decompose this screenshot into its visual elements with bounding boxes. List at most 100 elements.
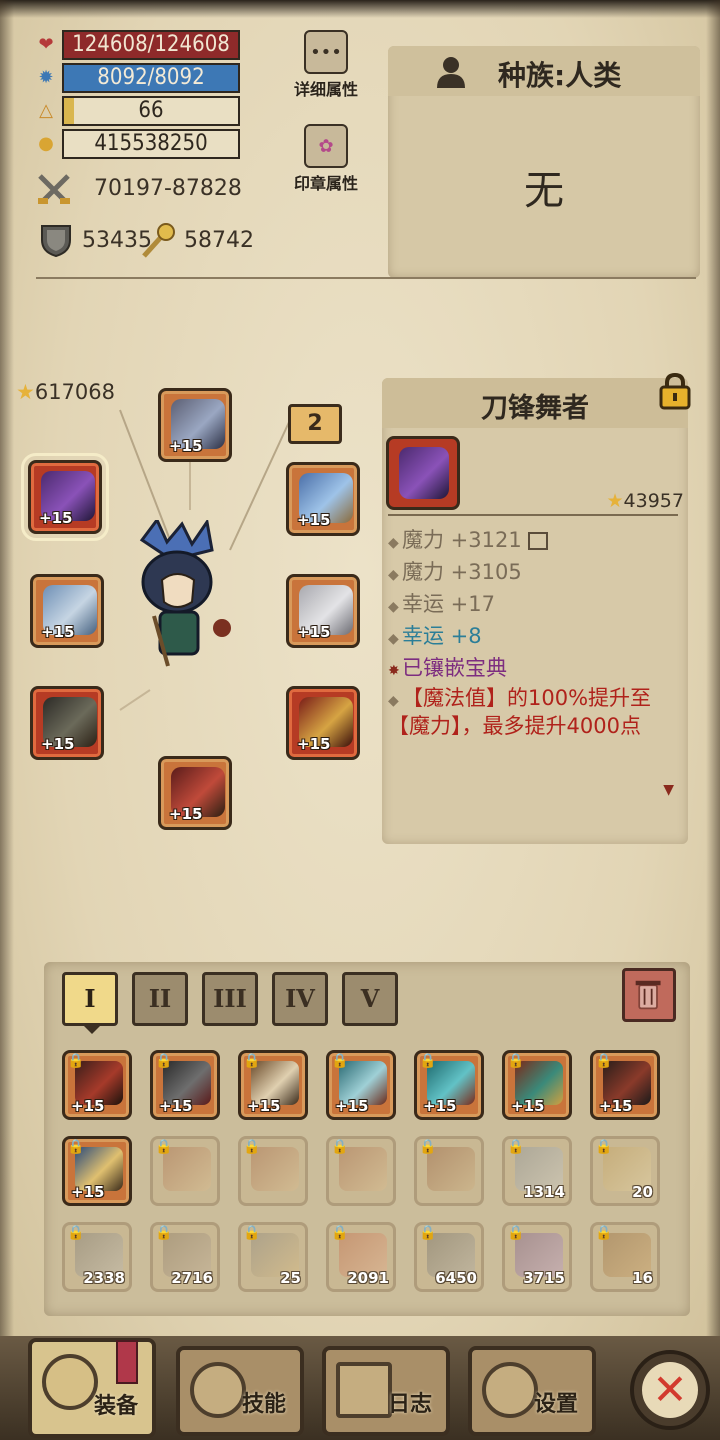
mana-icon: ✹ bbox=[38, 67, 54, 88]
item-level: +15 bbox=[159, 1097, 193, 1115]
loadout-number-badge[interactable]: 2 bbox=[288, 404, 342, 444]
item-level: +15 bbox=[511, 1097, 545, 1115]
inventory-tab-3[interactable]: III bbox=[202, 972, 258, 1026]
inventory-item[interactable]: 🔒 +15 bbox=[238, 1050, 308, 1120]
item-level: +15 bbox=[71, 1183, 105, 1201]
level-row: △ 66 bbox=[34, 96, 240, 126]
person-icon bbox=[437, 57, 465, 88]
inventory-item[interactable]: 🔒 16 bbox=[590, 1222, 660, 1292]
bullet-icon: ◆ bbox=[388, 567, 399, 583]
lock-icon: 🔒 bbox=[595, 1225, 613, 1241]
gold-value: 415538250 bbox=[94, 131, 208, 156]
inventory-item[interactable]: 🔒 6450 bbox=[414, 1222, 484, 1292]
item-count: 3715 bbox=[523, 1269, 565, 1287]
equip-slot-boots[interactable]: +15 bbox=[158, 756, 232, 830]
nav-equipment-label: 装备 bbox=[93, 1394, 138, 1419]
item-name: 刀锋舞者 bbox=[481, 393, 589, 424]
bullet-icon: ◆ bbox=[388, 631, 399, 647]
inventory-item[interactable]: 🔒 +15 bbox=[502, 1050, 572, 1120]
level-value: 66 bbox=[138, 98, 164, 123]
inventory-item[interactable]: 🔒 bbox=[150, 1136, 220, 1206]
total-score-value: 617068 bbox=[34, 380, 115, 404]
shield-icon bbox=[41, 225, 71, 258]
lock-icon: 🔒 bbox=[67, 1053, 85, 1069]
lock-icon: 🔒 bbox=[67, 1225, 85, 1241]
nav-settings[interactable]: 设置 bbox=[468, 1346, 596, 1436]
lock-icon[interactable] bbox=[658, 372, 692, 410]
item-detail-panel: 刀锋舞者 ★43957 ◆ 魔力 +3121 ◆ 魔力 +3105 ◆ 幸运 +17 … bbox=[382, 372, 691, 844]
gear-icon bbox=[482, 1362, 538, 1418]
item-level: +15 bbox=[599, 1097, 633, 1115]
item-level: +15 bbox=[71, 1097, 105, 1115]
lock-icon: 🔒 bbox=[243, 1225, 261, 1241]
inventory-item[interactable]: 🔒 +15 bbox=[590, 1050, 660, 1120]
flower-seal-icon: ✿ bbox=[304, 124, 348, 168]
scroll-down-icon[interactable]: ▼ bbox=[663, 782, 674, 798]
item-count: 6450 bbox=[435, 1269, 477, 1287]
item-level: +15 bbox=[335, 1097, 369, 1115]
equip-slot-armor[interactable]: +15 bbox=[286, 686, 360, 760]
race-panel: 种族:人类 无 bbox=[388, 46, 700, 278]
inventory-item[interactable]: 🔒 bbox=[238, 1136, 308, 1206]
cloak-level: +15 bbox=[297, 623, 331, 641]
heart-icon: ❤ bbox=[38, 34, 54, 55]
inventory-tab-2[interactable]: II bbox=[132, 972, 188, 1026]
bullet-icon: ◆ bbox=[388, 693, 399, 709]
inventory-item[interactable]: 🔒 +15 bbox=[62, 1136, 132, 1206]
attr-text-4: 幸运 +8 bbox=[402, 624, 482, 648]
inventory-item[interactable]: 🔒 1314 bbox=[502, 1136, 572, 1206]
gem-socket-icon: ✸ bbox=[388, 663, 400, 679]
item-score-value: 43957 bbox=[623, 490, 684, 512]
equip-slot-wings[interactable]: +15 bbox=[30, 574, 104, 648]
hp-value: 124608/124608 bbox=[72, 32, 230, 57]
lock-icon: 🔒 bbox=[155, 1225, 173, 1241]
inventory-item[interactable]: 🔒 20 bbox=[590, 1136, 660, 1206]
equip-slot-helmet[interactable]: +15 bbox=[158, 388, 232, 462]
close-button[interactable]: ✕ bbox=[630, 1350, 710, 1430]
detail-divider bbox=[388, 514, 678, 516]
inventory-item[interactable]: 🔒 bbox=[326, 1136, 396, 1206]
equip-slot-gauntlet[interactable]: +15 bbox=[30, 686, 104, 760]
seal-attributes-label: 印章属性 bbox=[293, 174, 358, 193]
inventory-tab-4[interactable]: IV bbox=[272, 972, 328, 1026]
detail-attributes-button[interactable]: ••• 详细属性 bbox=[288, 30, 364, 100]
inventory-tab-1[interactable]: I bbox=[62, 972, 118, 1026]
lock-icon: 🔒 bbox=[331, 1053, 349, 1069]
inventory-item[interactable]: 🔒 bbox=[414, 1136, 484, 1206]
bookmark-ribbon bbox=[116, 1340, 138, 1384]
exp-bar: 66 bbox=[62, 96, 240, 126]
image-link-icon[interactable] bbox=[528, 532, 549, 550]
lock-icon: 🔒 bbox=[419, 1053, 437, 1069]
total-score: ★617068 bbox=[16, 380, 115, 404]
item-count: 2716 bbox=[171, 1269, 213, 1287]
active-tab-pointer bbox=[82, 1024, 102, 1034]
equip-slot-weapon[interactable]: +15 bbox=[21, 453, 109, 541]
inventory-item[interactable]: 🔒 2338 bbox=[62, 1222, 132, 1292]
attr-line-2: ◆ 魔力 +3105 bbox=[388, 556, 522, 586]
inventory-item[interactable]: 🔒 +15 bbox=[62, 1050, 132, 1120]
crossed-swords-icon bbox=[38, 174, 70, 204]
inventory-item[interactable]: 🔒 25 bbox=[238, 1222, 308, 1292]
equip-slot-staff[interactable]: +15 bbox=[286, 462, 360, 536]
hp-bar: 124608/124608 bbox=[62, 30, 240, 60]
item-level: +15 bbox=[423, 1097, 457, 1115]
item-count: 25 bbox=[280, 1269, 301, 1287]
trash-button[interactable] bbox=[622, 968, 676, 1022]
attack-value: 70197-87828 bbox=[94, 176, 242, 201]
seal-attributes-button[interactable]: ✿ 印章属性 bbox=[288, 124, 364, 194]
nav-log[interactable]: 日志 bbox=[322, 1346, 450, 1436]
gold-coin-icon: ● bbox=[38, 133, 54, 154]
inventory-item[interactable]: 🔒 +15 bbox=[150, 1050, 220, 1120]
inventory-item[interactable]: 🔒 +15 bbox=[326, 1050, 396, 1120]
bullet-icon: ◆ bbox=[388, 599, 399, 615]
inventory-item[interactable]: 🔒 3715 bbox=[502, 1222, 572, 1292]
helmet-level: +15 bbox=[169, 437, 203, 455]
inventory-item[interactable]: 🔒 2091 bbox=[326, 1222, 396, 1292]
inventory-item[interactable]: 🔒 2716 bbox=[150, 1222, 220, 1292]
equip-slot-cloak[interactable]: +15 bbox=[286, 574, 360, 648]
attr-text-3: 幸运 +17 bbox=[402, 592, 495, 616]
nav-skills[interactable]: 技能 bbox=[176, 1346, 304, 1436]
inventory-tab-5[interactable]: V bbox=[342, 972, 398, 1026]
attr-text-5: 已镶嵌宝典 bbox=[402, 656, 507, 680]
inventory-item[interactable]: 🔒 +15 bbox=[414, 1050, 484, 1120]
